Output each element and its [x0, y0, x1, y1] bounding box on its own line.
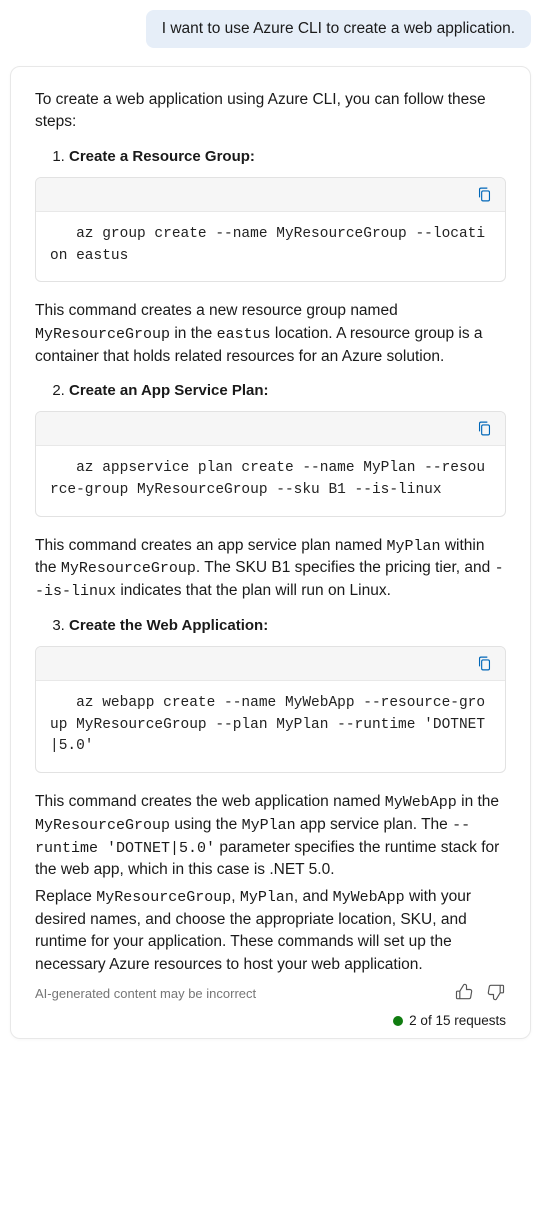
thumbs-up-icon[interactable]	[454, 982, 474, 1005]
code-header	[36, 647, 505, 681]
text: ,	[231, 888, 240, 905]
inline-code: MyResourceGroup	[35, 326, 170, 343]
text: in the	[170, 325, 217, 342]
code-content: az appservice plan create --name MyPlan …	[36, 446, 505, 516]
copy-icon[interactable]	[473, 183, 495, 205]
response-body: To create a web application using Azure …	[35, 89, 506, 976]
step-2: Create an App Service Plan:	[69, 382, 506, 399]
intro-text: To create a web application using Azure …	[35, 89, 506, 134]
code-block-2: az appservice plan create --name MyPlan …	[35, 411, 506, 517]
step-title: Create a Resource Group:	[69, 148, 255, 165]
text: This command creates the web application…	[35, 793, 385, 810]
text: . The SKU B1 specifies the pricing tier,…	[196, 559, 495, 576]
closing-text: Replace MyResourceGroup, MyPlan, and MyW…	[35, 886, 506, 976]
code-block-3: az webapp create --name MyWebApp --resou…	[35, 646, 506, 773]
code-block-1: az group create --name MyResourceGroup -…	[35, 177, 506, 283]
step-1: Create a Resource Group:	[69, 148, 506, 165]
code-content: az group create --name MyResourceGroup -…	[36, 212, 505, 282]
code-header	[36, 178, 505, 212]
text: This command creates an app service plan…	[35, 537, 387, 554]
inline-code: MyPlan	[387, 538, 441, 555]
explain-3: This command creates the web application…	[35, 791, 506, 882]
explain-1: This command creates a new resource grou…	[35, 300, 506, 368]
text: indicates that the plan will run on Linu…	[116, 582, 391, 599]
thumbs-down-icon[interactable]	[486, 982, 506, 1005]
user-message: I want to use Azure CLI to create a web …	[146, 10, 531, 48]
request-counter: 2 of 15 requests	[409, 1013, 506, 1028]
response-footer: AI-generated content may be incorrect	[35, 982, 506, 1005]
text: app service plan. The	[296, 816, 453, 833]
explain-2: This command creates an app service plan…	[35, 535, 506, 603]
text: using the	[170, 816, 242, 833]
inline-code: MyPlan	[240, 889, 294, 906]
chat-container: I want to use Azure CLI to create a web …	[0, 0, 541, 1039]
copy-icon[interactable]	[473, 418, 495, 440]
step-title: Create an App Service Plan:	[69, 382, 269, 399]
inline-code: eastus	[217, 326, 271, 343]
inline-code: MyResourceGroup	[96, 889, 231, 906]
step-title: Create the Web Application:	[69, 617, 268, 634]
inline-code: MyResourceGroup	[35, 817, 170, 834]
inline-code: MyResourceGroup	[61, 560, 196, 577]
assistant-response-card: To create a web application using Azure …	[10, 66, 531, 1039]
user-message-row: I want to use Azure CLI to create a web …	[10, 10, 531, 48]
text: in the	[457, 793, 499, 810]
inline-code: MyWebApp	[385, 794, 457, 811]
disclaimer-text: AI-generated content may be incorrect	[35, 986, 256, 1001]
copy-icon[interactable]	[473, 652, 495, 674]
code-content: az webapp create --name MyWebApp --resou…	[36, 681, 505, 772]
inline-code: MyWebApp	[333, 889, 405, 906]
feedback-icons	[454, 982, 506, 1005]
text: This command creates a new resource grou…	[35, 302, 398, 319]
inline-code: MyPlan	[242, 817, 296, 834]
status-dot-icon	[393, 1016, 403, 1026]
text: , and	[294, 888, 333, 905]
text: Replace	[35, 888, 96, 905]
code-header	[36, 412, 505, 446]
status-row: 2 of 15 requests	[35, 1013, 506, 1028]
step-3: Create the Web Application:	[69, 617, 506, 634]
